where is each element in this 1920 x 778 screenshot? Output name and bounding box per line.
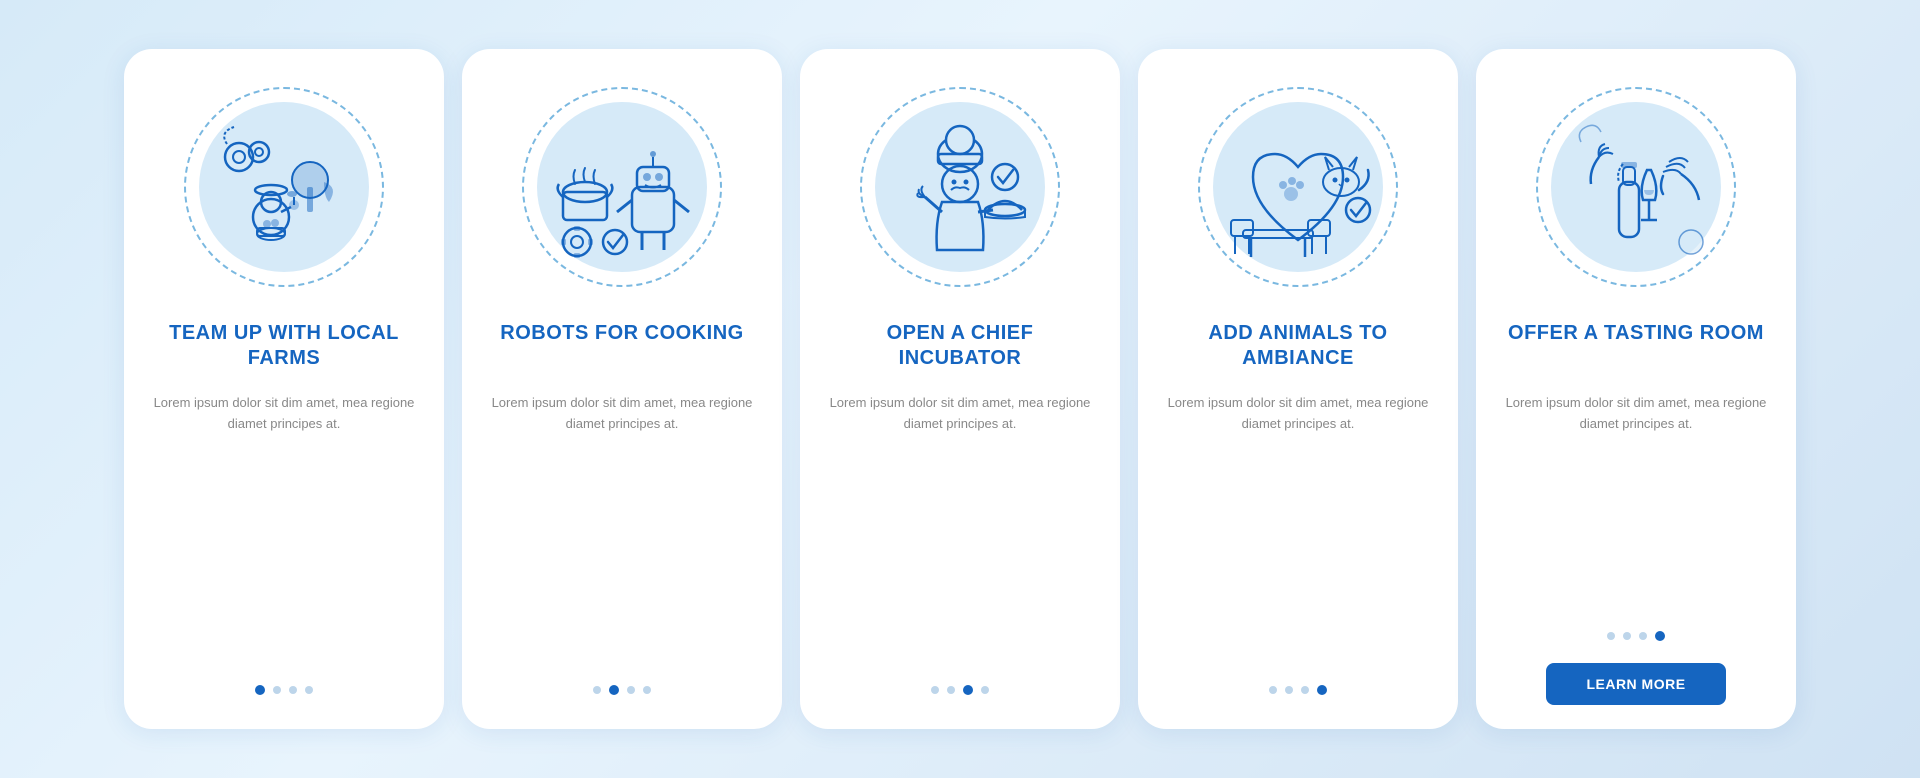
card-1-dots — [255, 685, 313, 695]
learn-more-button[interactable]: LEARN MORE — [1546, 663, 1725, 705]
robot-icon — [537, 102, 707, 272]
dot — [1269, 686, 1277, 694]
dot-active — [255, 685, 265, 695]
card-4-title: ADD ANIMALS TO AMBIANCE — [1166, 321, 1430, 377]
card-3-title: OPEN A CHIEF INCUBATOR — [828, 321, 1092, 377]
animals-icon — [1213, 102, 1383, 272]
dot-active — [1317, 685, 1327, 695]
cards-container: TEAM UP WITH LOCAL FARMS Lorem ipsum dol… — [124, 49, 1796, 729]
dot — [273, 686, 281, 694]
dot — [305, 686, 313, 694]
card-5-illustration — [1526, 77, 1746, 297]
card-5-dots — [1607, 631, 1665, 641]
card-chef: OPEN A CHIEF INCUBATOR Lorem ipsum dolor… — [800, 49, 1120, 729]
card-4-desc: Lorem ipsum dolor sit dim amet, mea regi… — [1166, 393, 1430, 665]
card-4-dots — [1269, 685, 1327, 695]
dot — [1623, 632, 1631, 640]
tasting-icon — [1551, 102, 1721, 272]
card-5-title: OFFER A TASTING ROOM — [1508, 321, 1764, 377]
card-1-title: TEAM UP WITH LOCAL FARMS — [152, 321, 416, 377]
card-3-dots — [931, 685, 989, 695]
dot — [593, 686, 601, 694]
dot — [289, 686, 297, 694]
card-4-illustration — [1188, 77, 1408, 297]
card-tasting: OFFER A TASTING ROOM Lorem ipsum dolor s… — [1476, 49, 1796, 729]
card-2-title: ROBOTS FOR COOKING — [500, 321, 743, 377]
dot — [643, 686, 651, 694]
dot — [1639, 632, 1647, 640]
card-3-desc: Lorem ipsum dolor sit dim amet, mea regi… — [828, 393, 1092, 665]
dot — [627, 686, 635, 694]
card-robots: ROBOTS FOR COOKING Lorem ipsum dolor sit… — [462, 49, 782, 729]
card-2-illustration — [512, 77, 732, 297]
dot — [931, 686, 939, 694]
card-team-up: TEAM UP WITH LOCAL FARMS Lorem ipsum dol… — [124, 49, 444, 729]
card-1-desc: Lorem ipsum dolor sit dim amet, mea regi… — [152, 393, 416, 665]
card-3-illustration — [850, 77, 1070, 297]
dot-active — [609, 685, 619, 695]
dot-active — [1655, 631, 1665, 641]
dot — [1301, 686, 1309, 694]
card-animals: ADD ANIMALS TO AMBIANCE Lorem ipsum dolo… — [1138, 49, 1458, 729]
card-2-dots — [593, 685, 651, 695]
dot — [947, 686, 955, 694]
dot — [1285, 686, 1293, 694]
dot — [1607, 632, 1615, 640]
dot — [981, 686, 989, 694]
dot-active — [963, 685, 973, 695]
chef-icon — [875, 102, 1045, 272]
card-2-desc: Lorem ipsum dolor sit dim amet, mea regi… — [490, 393, 754, 665]
farm-icon — [199, 102, 369, 272]
card-1-illustration — [174, 77, 394, 297]
card-5-desc: Lorem ipsum dolor sit dim amet, mea regi… — [1504, 393, 1768, 611]
